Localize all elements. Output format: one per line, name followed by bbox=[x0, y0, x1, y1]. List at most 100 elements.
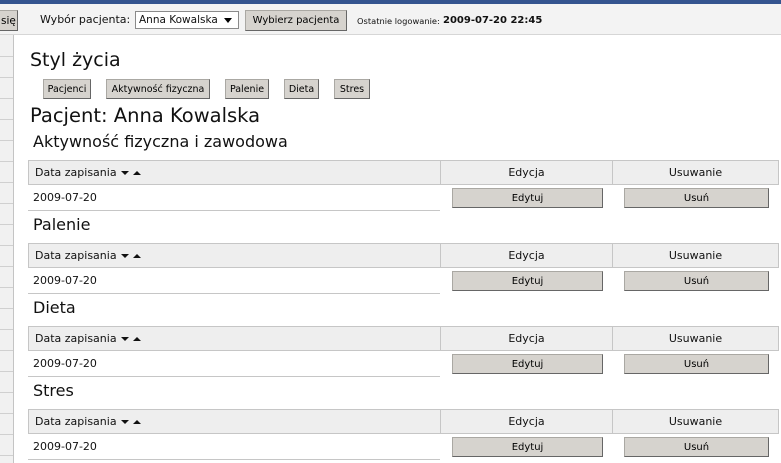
sidebar-item[interactable] bbox=[0, 414, 13, 435]
dropdown-arrow-icon[interactable] bbox=[224, 18, 232, 23]
sidebar-item[interactable] bbox=[0, 246, 13, 267]
sidebar-item[interactable] bbox=[0, 435, 13, 456]
sidebar-item[interactable] bbox=[0, 372, 13, 393]
column-header-date: Data zapisania bbox=[28, 161, 440, 184]
delete-button[interactable]: Usuń bbox=[624, 354, 769, 374]
sort-desc-icon[interactable] bbox=[120, 419, 129, 424]
patient-heading: Pacjent: Anna Kowalska bbox=[30, 104, 261, 127]
column-header-date-label: Data zapisania bbox=[35, 332, 117, 345]
sidebar-item[interactable] bbox=[0, 183, 13, 204]
record-date: 2009-07-20 bbox=[28, 351, 440, 377]
table-header-row: Data zapisania Edycja Usuwanie bbox=[28, 409, 779, 434]
edit-cell: Edytuj bbox=[440, 351, 612, 377]
nav-button-physical-activity[interactable]: Aktywność fizyczna bbox=[106, 79, 210, 99]
section-title: Palenie bbox=[33, 215, 91, 234]
edit-button[interactable]: Edytuj bbox=[452, 437, 603, 457]
section-nav: Pacjenci Aktywność fizyczna Palenie Diet… bbox=[43, 79, 370, 99]
patient-select-label: Wybór pacjenta: bbox=[40, 13, 131, 26]
sort-desc-icon[interactable] bbox=[120, 336, 129, 341]
table-header-row: Data zapisania Edycja Usuwanie bbox=[28, 243, 779, 268]
column-header-date-label: Data zapisania bbox=[35, 249, 117, 262]
delete-button[interactable]: Usuń bbox=[624, 188, 769, 208]
section-title: Stres bbox=[33, 381, 74, 400]
sidebar-item[interactable] bbox=[0, 36, 13, 57]
partial-button[interactable]: się bbox=[0, 10, 18, 31]
sidebar-item[interactable] bbox=[0, 225, 13, 246]
column-header-delete: Usuwanie bbox=[612, 161, 779, 184]
table-header-row: Data zapisania Edycja Usuwanie bbox=[28, 326, 779, 351]
section-title: Dieta bbox=[33, 298, 76, 317]
sort-asc-icon[interactable] bbox=[132, 170, 141, 175]
sections: Aktywność fizyczna i zawodowa Data zapis… bbox=[28, 128, 779, 460]
record-date: 2009-07-20 bbox=[28, 185, 440, 211]
delete-button[interactable]: Usuń bbox=[624, 437, 769, 457]
sidebar-item[interactable] bbox=[0, 204, 13, 225]
table-row: 2009-07-20 Edytuj Usuń bbox=[28, 268, 779, 294]
edit-cell: Edytuj bbox=[440, 185, 612, 211]
sidebar-item[interactable] bbox=[0, 393, 13, 414]
record-date: 2009-07-20 bbox=[28, 268, 440, 294]
column-header-date: Data zapisania bbox=[28, 327, 440, 350]
sidebar-item[interactable] bbox=[0, 288, 13, 309]
nav-button-patients[interactable]: Pacjenci bbox=[43, 79, 91, 99]
delete-cell: Usuń bbox=[612, 268, 779, 294]
sidebar-item[interactable] bbox=[0, 57, 13, 78]
delete-cell: Usuń bbox=[612, 351, 779, 377]
nav-button-smoking[interactable]: Palenie bbox=[225, 79, 269, 99]
column-header-date: Data zapisania bbox=[28, 244, 440, 267]
column-header-edit: Edycja bbox=[440, 410, 612, 433]
patient-select[interactable]: Anna Kowalska bbox=[135, 11, 239, 29]
sort-desc-icon[interactable] bbox=[120, 170, 129, 175]
page-title: Styl życia bbox=[30, 49, 121, 71]
sidebar-item[interactable] bbox=[0, 120, 13, 141]
column-header-edit: Edycja bbox=[440, 161, 612, 184]
sidebar-item[interactable] bbox=[0, 456, 13, 463]
sidebar-item[interactable] bbox=[0, 330, 13, 351]
sidebar-item[interactable] bbox=[0, 141, 13, 162]
sidebar bbox=[0, 35, 14, 463]
column-header-date-label: Data zapisania bbox=[35, 166, 117, 179]
nav-button-stress[interactable]: Stres bbox=[334, 79, 370, 99]
sidebar-item[interactable] bbox=[0, 267, 13, 288]
section-stress: Stres Data zapisania Edycja Usuwanie 200… bbox=[28, 377, 779, 460]
column-header-edit: Edycja bbox=[440, 327, 612, 350]
sidebar-item[interactable] bbox=[0, 351, 13, 372]
table-header-row: Data zapisania Edycja Usuwanie bbox=[28, 160, 779, 185]
patient-select-value: Anna Kowalska bbox=[139, 14, 218, 26]
sidebar-item[interactable] bbox=[0, 162, 13, 183]
sort-asc-icon[interactable] bbox=[132, 336, 141, 341]
sort-desc-icon[interactable] bbox=[120, 253, 129, 258]
column-header-delete: Usuwanie bbox=[612, 244, 779, 267]
sidebar-item[interactable] bbox=[0, 78, 13, 99]
edit-cell: Edytuj bbox=[440, 434, 612, 460]
edit-button[interactable]: Edytuj bbox=[452, 271, 603, 291]
table-row: 2009-07-20 Edytuj Usuń bbox=[28, 185, 779, 211]
last-login-value: 2009-07-20 22:45 bbox=[443, 15, 543, 26]
column-header-date-label: Data zapisania bbox=[35, 415, 117, 428]
sort-asc-icon[interactable] bbox=[132, 419, 141, 424]
column-header-date: Data zapisania bbox=[28, 410, 440, 433]
delete-cell: Usuń bbox=[612, 185, 779, 211]
edit-cell: Edytuj bbox=[440, 268, 612, 294]
column-header-delete: Usuwanie bbox=[612, 410, 779, 433]
edit-button[interactable]: Edytuj bbox=[452, 354, 603, 374]
section-title: Aktywność fizyczna i zawodowa bbox=[33, 132, 288, 151]
edit-button[interactable]: Edytuj bbox=[452, 188, 603, 208]
nav-button-diet[interactable]: Dieta bbox=[284, 79, 319, 99]
column-header-delete: Usuwanie bbox=[612, 327, 779, 350]
section-smoking: Palenie Data zapisania Edycja Usuwanie 2… bbox=[28, 211, 779, 294]
delete-button[interactable]: Usuń bbox=[624, 271, 769, 291]
table-row: 2009-07-20 Edytuj Usuń bbox=[28, 351, 779, 377]
record-date: 2009-07-20 bbox=[28, 434, 440, 460]
select-patient-button[interactable]: Wybierz pacjenta bbox=[245, 10, 347, 31]
column-header-edit: Edycja bbox=[440, 244, 612, 267]
sidebar-item[interactable] bbox=[0, 309, 13, 330]
table-row: 2009-07-20 Edytuj Usuń bbox=[28, 434, 779, 460]
section-diet: Dieta Data zapisania Edycja Usuwanie 200… bbox=[28, 294, 779, 377]
last-login-label: Ostatnie logowanie: bbox=[357, 16, 440, 26]
sort-asc-icon[interactable] bbox=[132, 253, 141, 258]
section-physical-activity: Aktywność fizyczna i zawodowa Data zapis… bbox=[28, 128, 779, 211]
sidebar-item[interactable] bbox=[0, 99, 13, 120]
header-bar: się Wybór pacjenta: Anna Kowalska Wybier… bbox=[0, 4, 781, 35]
delete-cell: Usuń bbox=[612, 434, 779, 460]
